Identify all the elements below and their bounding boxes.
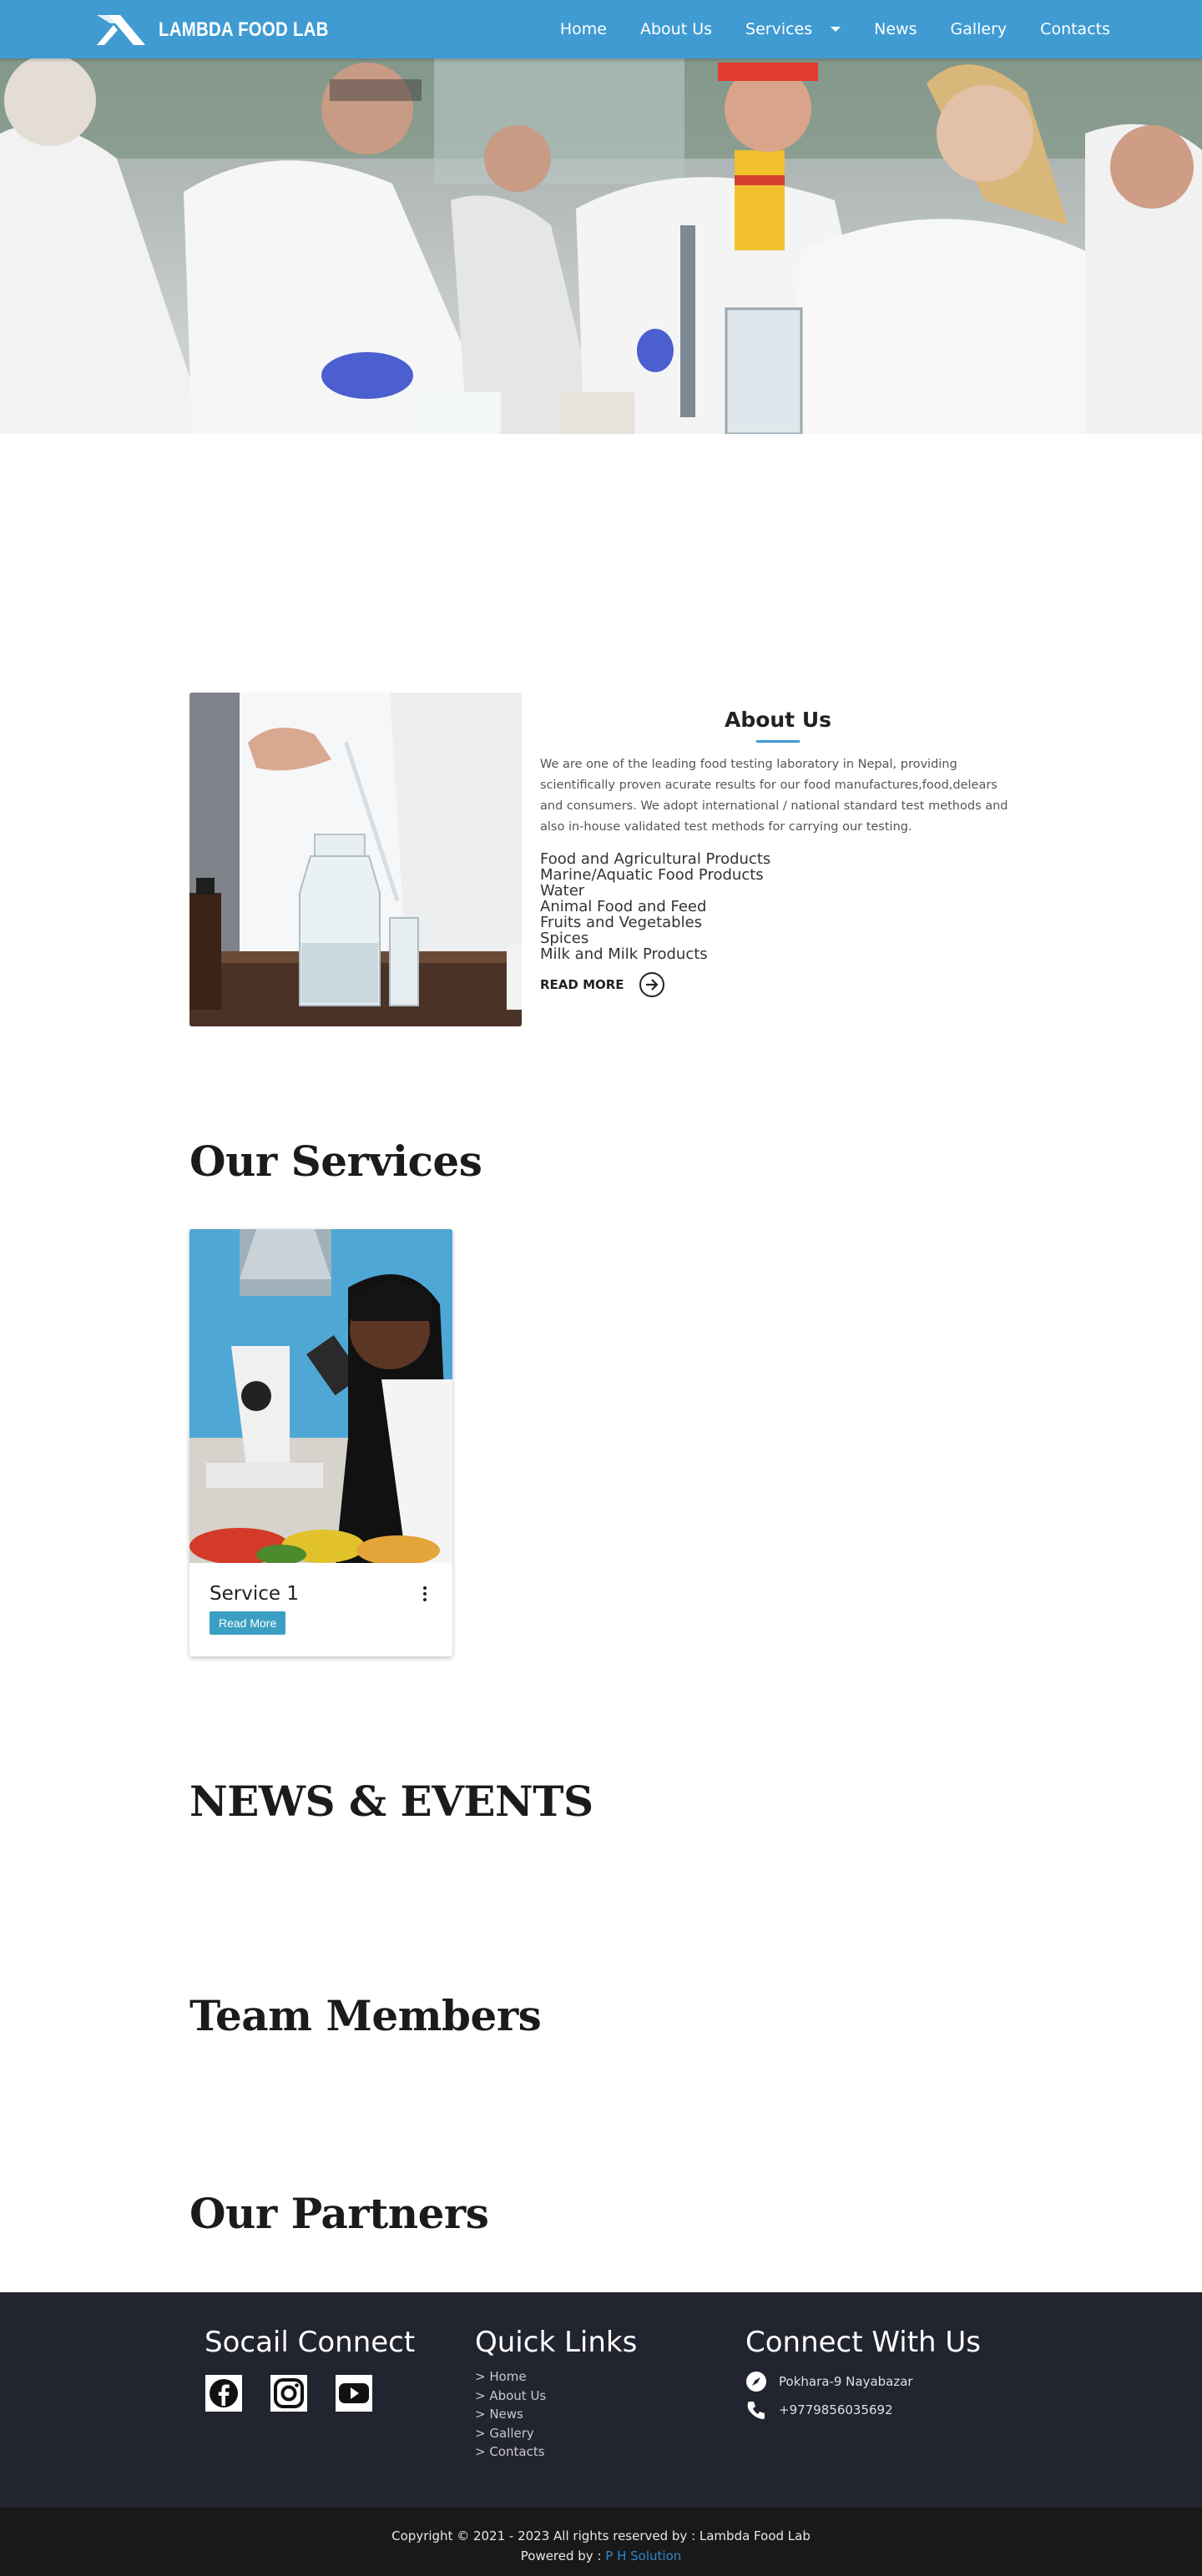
- lab-scientists-photo: [0, 58, 1202, 434]
- hero-banner-image: [0, 58, 1202, 434]
- social-icons: [205, 2374, 415, 2412]
- nav-news-label: News: [874, 20, 917, 38]
- quick-links-list: > Home > About Us > News > Gallery > Con…: [475, 2367, 637, 2462]
- nav-home[interactable]: Home: [560, 20, 607, 38]
- quick-links-column: Quick Links > Home > About Us > News > G…: [475, 2326, 637, 2462]
- lambda-logo-icon: [97, 15, 145, 45]
- nav-gallery[interactable]: Gallery: [951, 20, 1008, 38]
- services-heading: Our Services: [189, 1137, 482, 1186]
- main-nav: Home About Us Services News Gallery Cont…: [527, 0, 1110, 58]
- phone-text[interactable]: +9779856035692: [779, 2402, 893, 2417]
- nav-about-us-label: About Us: [640, 20, 713, 38]
- address-row: Pokhara-9 Nayabazar: [745, 2371, 981, 2392]
- product-list: Food and Agricultural Products Marine/Aq…: [540, 851, 1016, 962]
- footer-link-gallery[interactable]: > Gallery: [475, 2424, 637, 2443]
- pipette-bottle-photo: [189, 693, 522, 1026]
- powered-by-link[interactable]: P H Solution: [605, 2548, 681, 2563]
- compass-icon: [746, 2372, 766, 2392]
- footer-link-contacts[interactable]: > Contacts: [475, 2442, 637, 2462]
- read-more-link[interactable]: READ MORE: [540, 972, 1016, 997]
- list-item: Fruits and Vegetables: [540, 914, 703, 931]
- footer-link-news[interactable]: > News: [475, 2405, 637, 2424]
- facebook-icon[interactable]: [205, 2374, 243, 2412]
- service-card-body: Service 1 Read More: [189, 1563, 452, 1635]
- brand-name: LAMBDA FOOD LAB: [159, 18, 329, 41]
- instagram-icon[interactable]: [270, 2374, 308, 2412]
- nav-services-dropdown[interactable]: Services: [745, 20, 841, 38]
- service-card-image: [189, 1229, 452, 1563]
- about-title: About Us: [724, 708, 832, 732]
- social-connect-column: Socail Connect: [205, 2326, 415, 2412]
- nav-news[interactable]: News: [874, 20, 917, 38]
- footer: Socail Connect Quick Links > Home > Abou…: [0, 2292, 1202, 2508]
- service-card[interactable]: Service 1 Read More: [189, 1229, 452, 1656]
- service-card-title: Service 1: [210, 1583, 299, 1605]
- list-item: Spices: [540, 930, 589, 947]
- list-item: Food and Agricultural Products: [540, 850, 771, 868]
- list-item: Milk and Milk Products: [540, 945, 708, 963]
- list-item: Water: [540, 882, 585, 900]
- footer-link-home[interactable]: > Home: [475, 2367, 637, 2387]
- arrow-right-icon: [639, 972, 664, 997]
- powered-by-label: Powered by :: [520, 2548, 606, 2563]
- nav-home-label: Home: [559, 20, 607, 38]
- copyright-text: Copyright © 2021 - 2023 All rights reser…: [391, 2528, 811, 2543]
- read-more-label: READ MORE: [540, 977, 624, 992]
- list-item: Marine/Aquatic Food Products: [540, 866, 764, 884]
- partners-heading: Our Partners: [189, 2189, 489, 2238]
- connect-column: Connect With Us Pokhara-9 Nayabazar +977…: [745, 2326, 981, 2421]
- microscope-scientist-photo: [189, 1229, 452, 1563]
- more-vert-icon[interactable]: [422, 1586, 427, 1604]
- caret-down-icon: [831, 27, 841, 32]
- youtube-icon[interactable]: [335, 2374, 373, 2412]
- powered-by: Powered by : P H Solution: [0, 2546, 1202, 2566]
- nav-contacts[interactable]: Contacts: [1040, 20, 1110, 38]
- quick-links-title: Quick Links: [475, 2326, 638, 2359]
- footer-link-about-us[interactable]: > About Us: [475, 2387, 637, 2406]
- address-text: Pokhara-9 Nayabazar: [779, 2374, 913, 2389]
- nav-gallery-label: Gallery: [950, 20, 1008, 38]
- about-lab-photo: [189, 693, 522, 1026]
- brand[interactable]: LAMBDA FOOD LAB: [93, 12, 359, 48]
- top-navbar: LAMBDA FOOD LAB Home About Us Services N…: [0, 0, 1202, 58]
- nav-about-us[interactable]: About Us: [640, 20, 712, 38]
- nav-services-label: Services: [745, 20, 813, 38]
- phone-row: +9779856035692: [745, 2399, 981, 2421]
- title-underline: [756, 740, 800, 743]
- news-events-heading: NEWS & EVENTS: [189, 1777, 593, 1826]
- social-connect-title: Socail Connect: [205, 2326, 416, 2359]
- about-section: About Us We are one of the leading food …: [540, 693, 1016, 997]
- about-paragraph: We are one of the leading food testing l…: [540, 758, 1008, 834]
- team-members-heading: Team Members: [189, 1991, 542, 2040]
- copyright-bar: Copyright © 2021 - 2023 All rights reser…: [0, 2508, 1202, 2576]
- nav-contacts-label: Contacts: [1040, 20, 1110, 38]
- service-read-more-button[interactable]: Read More: [210, 1611, 286, 1635]
- list-item: Animal Food and Feed: [540, 898, 707, 915]
- connect-title: Connect With Us: [745, 2326, 981, 2359]
- phone-icon: [747, 2402, 765, 2419]
